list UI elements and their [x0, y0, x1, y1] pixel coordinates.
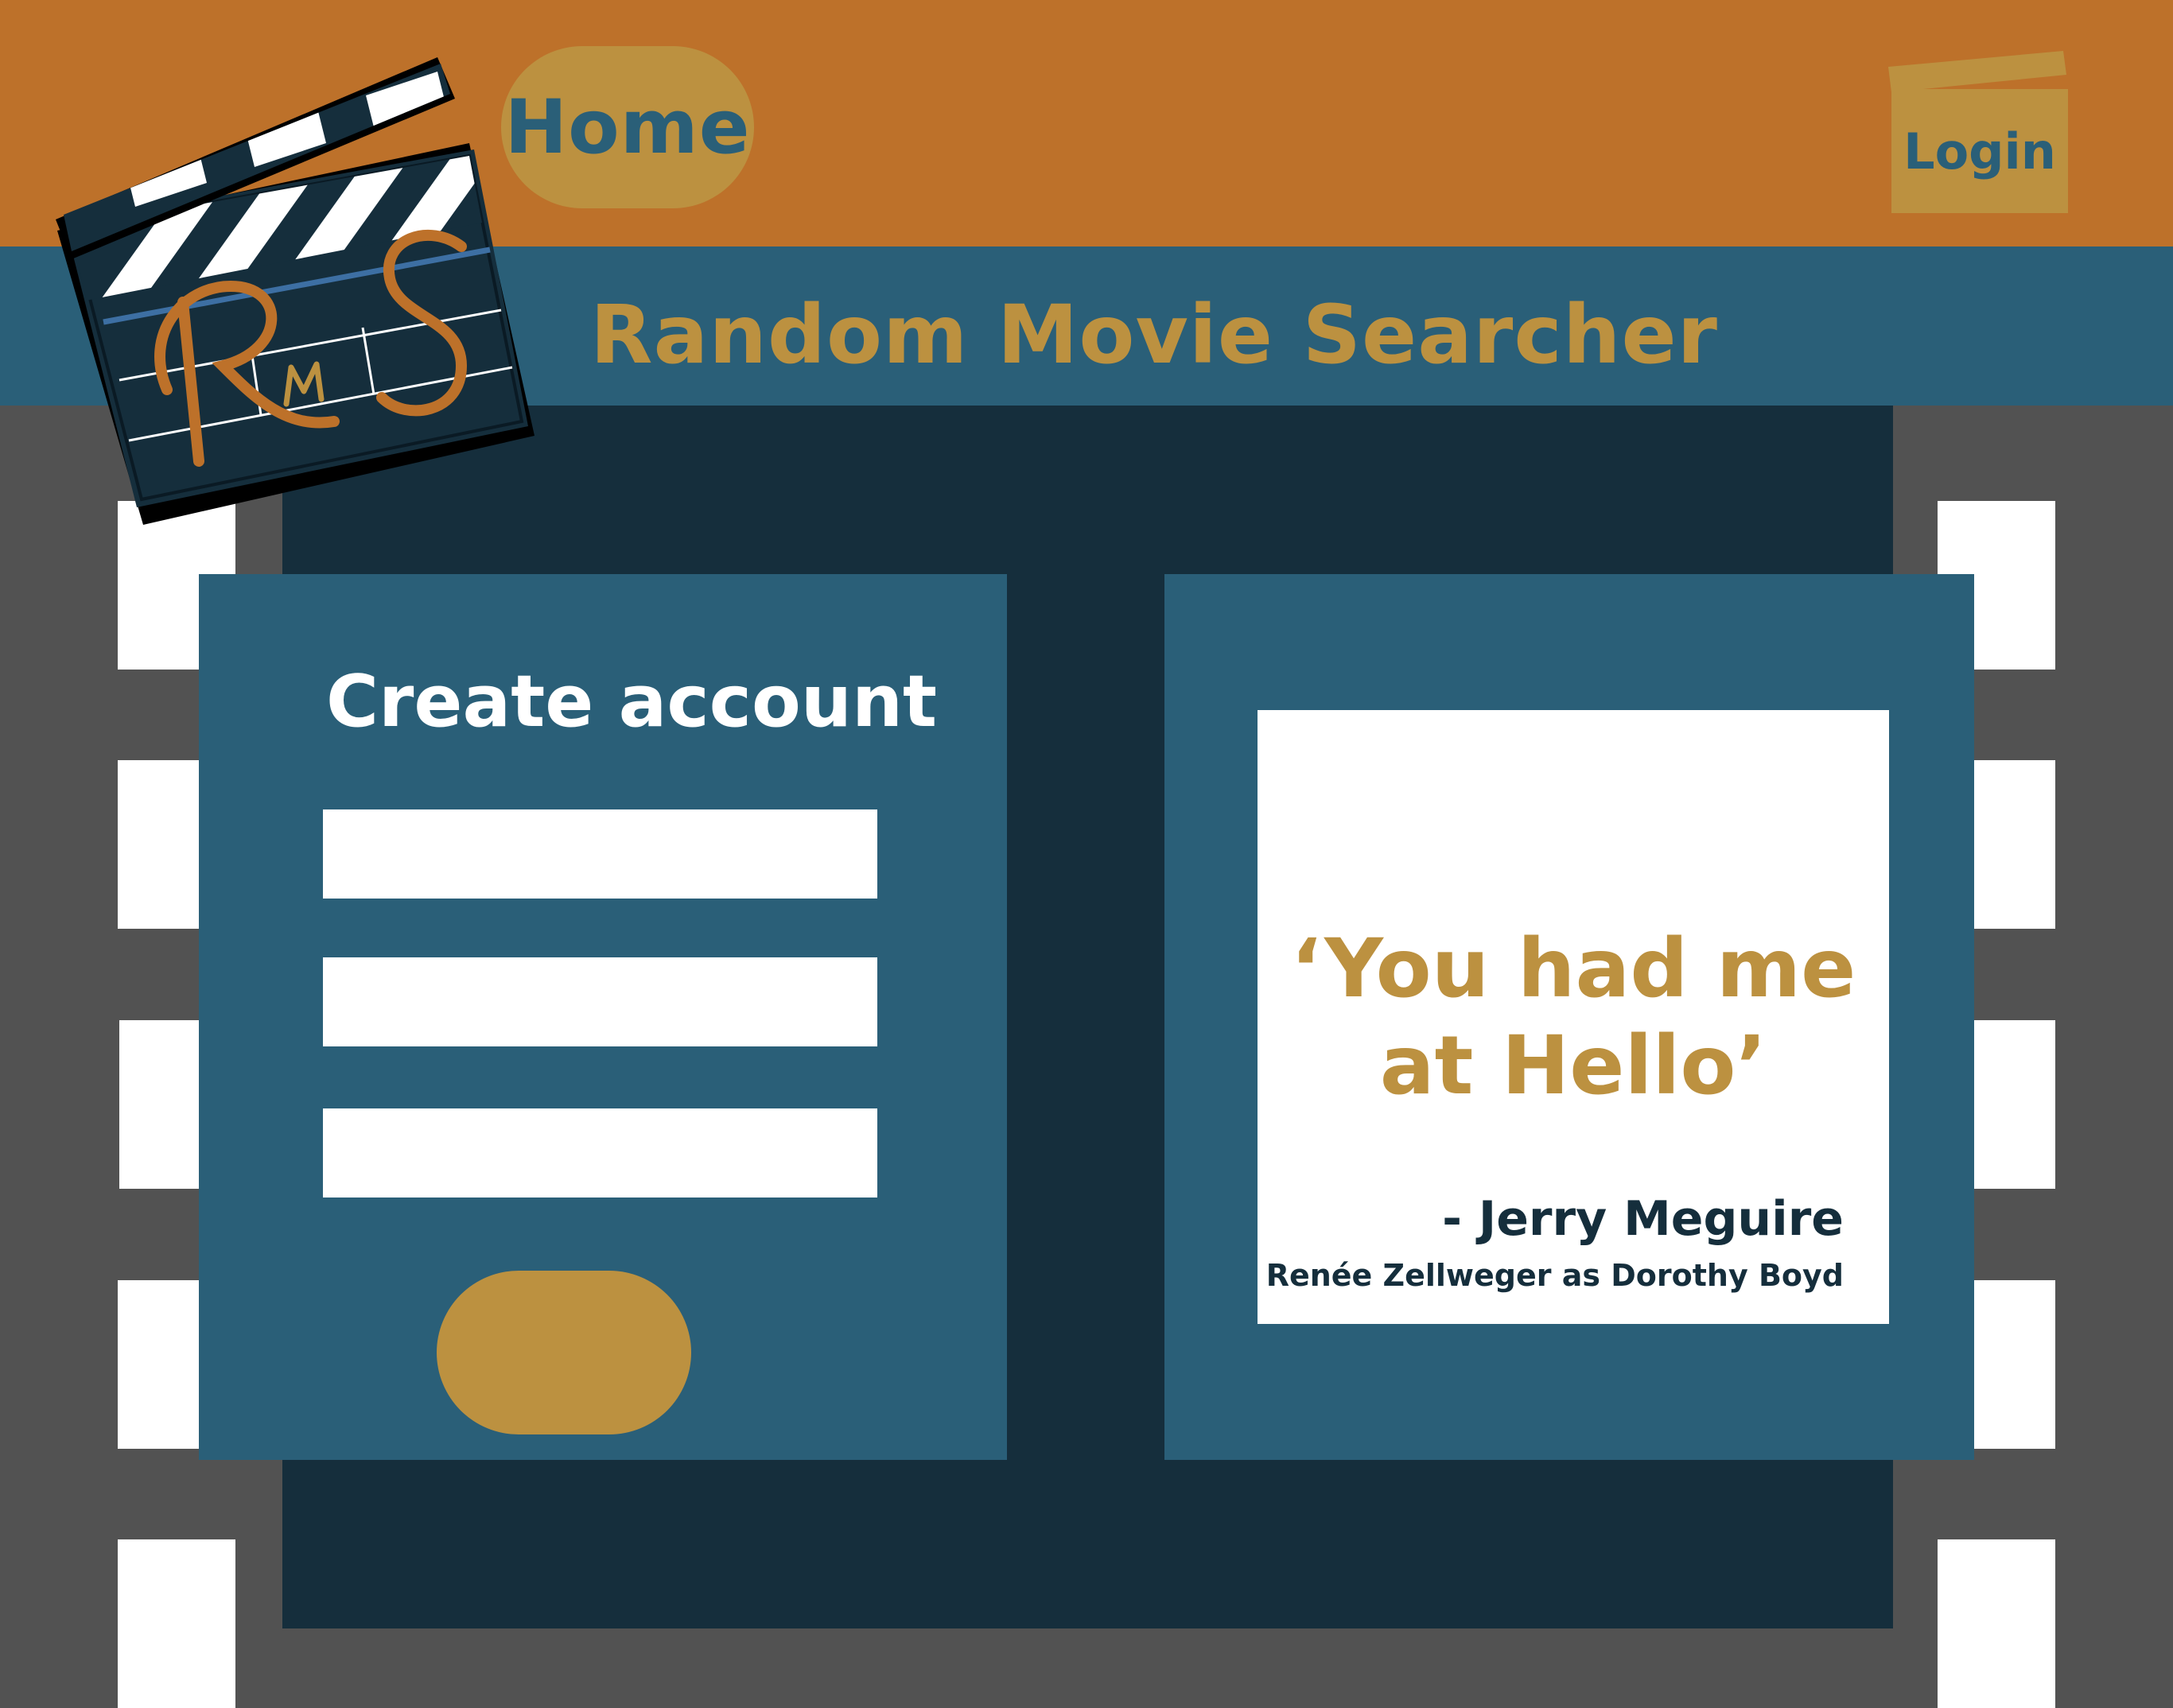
signup-field-2[interactable] [323, 957, 877, 1046]
signup-field-3[interactable] [323, 1108, 877, 1198]
signup-field-1[interactable] [323, 809, 877, 899]
quote-text: ‘You had me at Hello’ [1258, 921, 1889, 1115]
rms-logo[interactable] [48, 48, 541, 541]
create-account-submit-button[interactable] [437, 1271, 691, 1434]
clapperboard-icon [56, 57, 535, 525]
clapper-flap-icon [1888, 51, 2066, 92]
site-title: Random Movie Searcher [590, 288, 1718, 382]
quote-movie-title: - Jerry Meguire [1442, 1191, 1844, 1247]
quote-credit: Renée Zellweger as Dorothy Boyd [1265, 1258, 1844, 1293]
quote-line-2: at Hello’ [1379, 1019, 1767, 1113]
sprocket-hole [118, 1539, 235, 1708]
quote-line-1: ‘You had me [1290, 922, 1856, 1016]
sprocket-hole [1938, 1539, 2055, 1708]
create-account-title: Create account [326, 660, 938, 743]
login-button[interactable]: Login [1891, 89, 2068, 213]
